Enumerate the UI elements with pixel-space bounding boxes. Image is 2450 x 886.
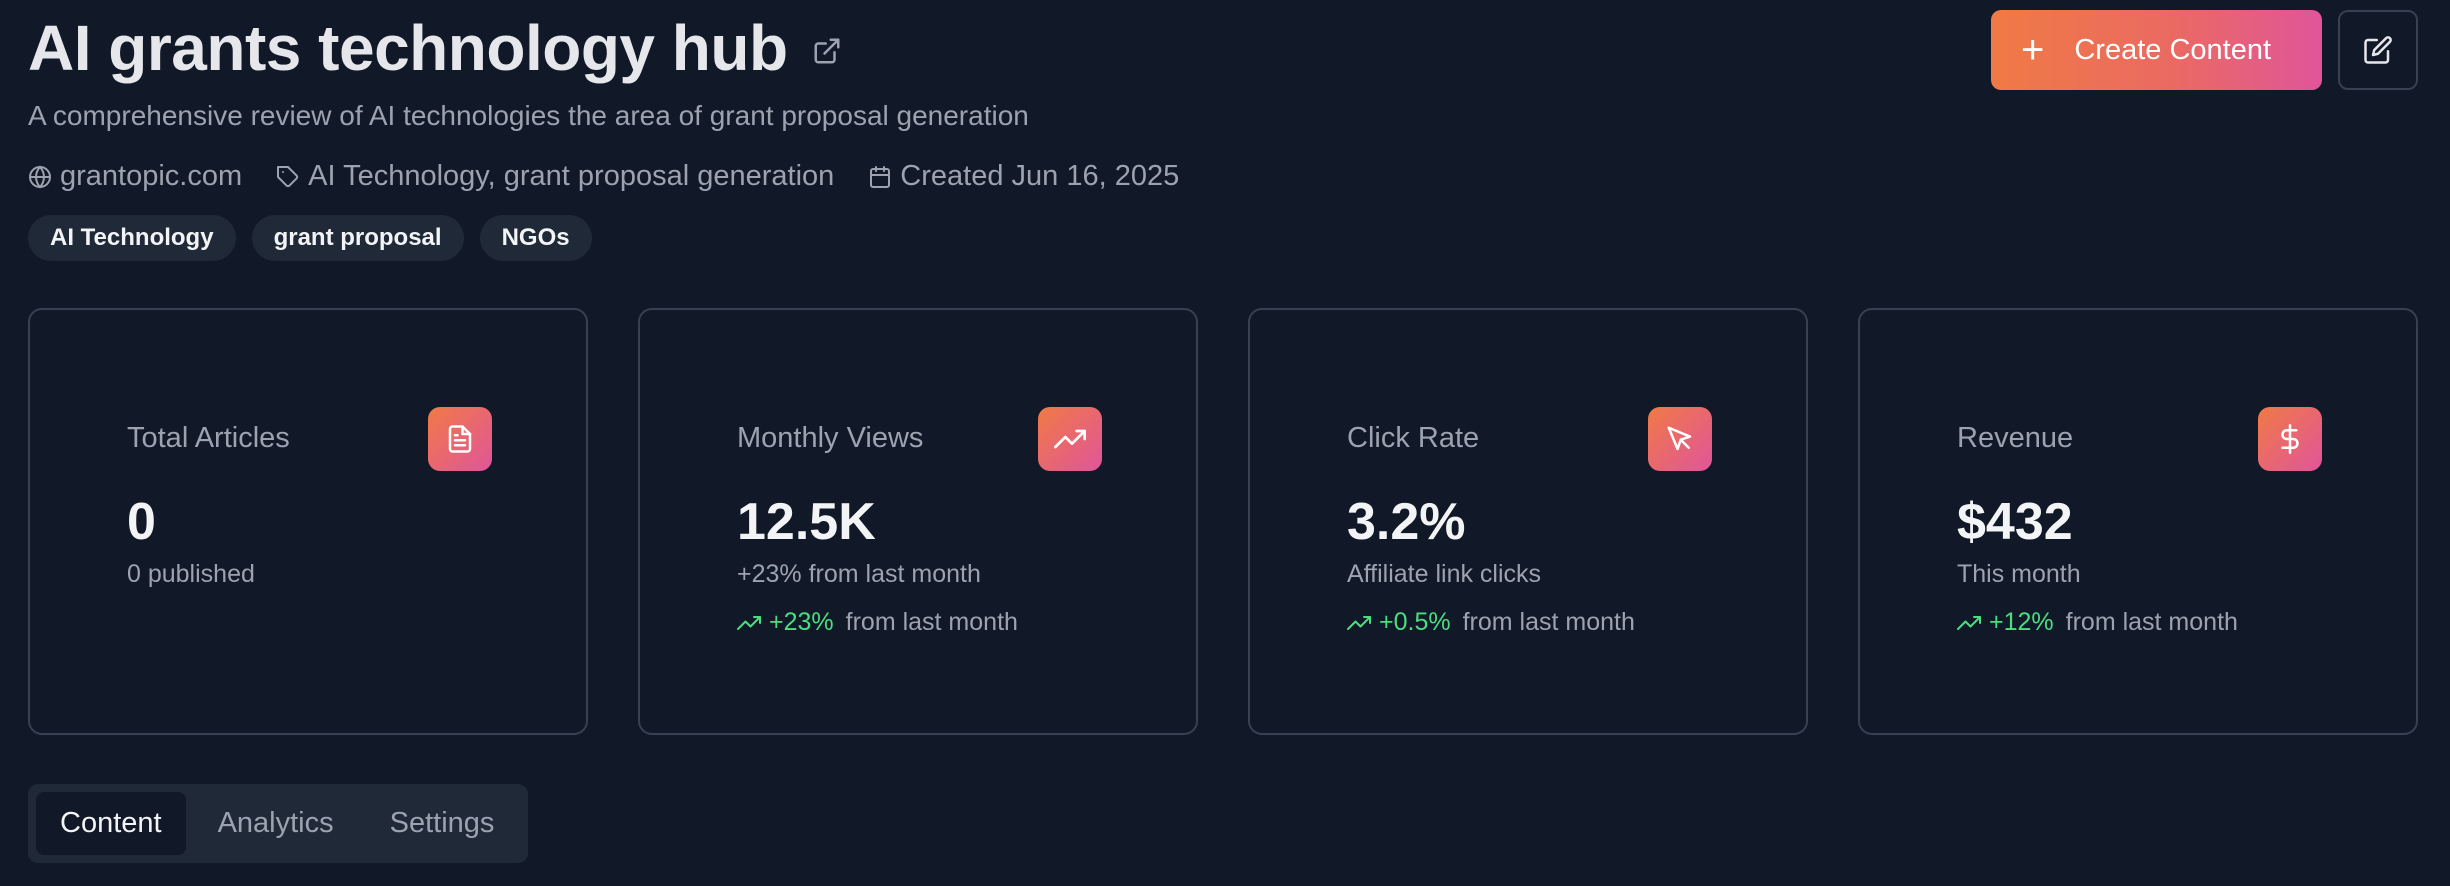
stat-card-revenue: Revenue $432 This month +12% from last m…: [1858, 308, 2418, 735]
trend-text: from last month: [2065, 608, 2238, 636]
dollar-icon: [2258, 407, 2322, 471]
trending-up-icon: [1038, 407, 1102, 471]
stat-card-monthly-views: Monthly Views 12.5K +23% from last month…: [638, 308, 1198, 735]
stat-value: $432: [1957, 493, 2073, 551]
trend-text: from last month: [1462, 608, 1635, 636]
tag-badge[interactable]: NGOs: [479, 215, 592, 261]
trend-text: from last month: [845, 608, 1018, 636]
stat-value: 0: [127, 493, 156, 551]
stat-subtext: Affiliate link clicks: [1347, 560, 1542, 588]
tag-badge[interactable]: AI Technology: [28, 215, 236, 261]
stat-trend: +0.5% from last month: [1347, 608, 1635, 637]
stat-card-click-rate: Click Rate 3.2% Affiliate link clicks +0…: [1248, 308, 1808, 735]
tag-icon: [277, 165, 299, 187]
stat-value: 12.5K: [737, 493, 876, 551]
create-content-label: Create Content: [2074, 33, 2272, 66]
domain-text: grantopic.com: [60, 160, 243, 192]
edit-button[interactable]: [2338, 10, 2418, 90]
trending-up-icon: [737, 615, 761, 630]
cursor-icon: [1648, 407, 1712, 471]
trending-up-icon: [1957, 615, 1981, 630]
trend-value: +12%: [1989, 608, 2054, 636]
meta-created: Created Jun 16, 2025: [868, 160, 1179, 193]
plus-icon: +: [2021, 28, 2045, 72]
edit-icon: [2364, 36, 2392, 64]
tag-badge[interactable]: grant proposal: [251, 215, 464, 261]
trending-up-icon: [1347, 615, 1371, 630]
document-icon: [428, 407, 492, 471]
stat-label: Revenue: [1957, 422, 2074, 454]
tab-content[interactable]: Content: [36, 792, 186, 855]
stat-trend: +12% from last month: [1957, 608, 2238, 637]
tab-bar: Content Analytics Settings: [28, 784, 528, 863]
stat-trend: +23% from last month: [737, 608, 1018, 637]
tag-list: AI Technology grant proposal NGOs: [28, 215, 592, 261]
meta-domain: grantopic.com: [28, 160, 242, 193]
site-dashboard: AI grants technology hub A comprehensive…: [0, 0, 2450, 886]
external-link-icon[interactable]: [810, 34, 844, 68]
stat-label: Total Articles: [127, 422, 290, 454]
trend-value: +0.5%: [1379, 608, 1451, 636]
globe-icon: [29, 165, 51, 188]
create-content-button[interactable]: + Create Content: [1991, 10, 2322, 90]
stat-label: Click Rate: [1347, 422, 1480, 454]
title-row: AI grants technology hub: [28, 10, 844, 86]
created-text: Created Jun 16, 2025: [900, 160, 1180, 192]
stat-label: Monthly Views: [737, 422, 924, 454]
stats-cards: Total Articles 0 0 published Monthly Vie…: [28, 308, 2418, 735]
page-title: AI grants technology hub: [28, 12, 788, 84]
stat-subtext: 0 published: [127, 560, 255, 588]
categories-text: AI Technology, grant proposal generation: [308, 160, 835, 192]
stat-subtext: +23% from last month: [737, 560, 981, 588]
stat-card-total-articles: Total Articles 0 0 published: [28, 308, 588, 735]
stat-value: 3.2%: [1347, 493, 1466, 551]
tab-settings[interactable]: Settings: [366, 792, 519, 855]
calendar-icon: [870, 165, 891, 188]
meta-categories: AI Technology, grant proposal generation: [276, 160, 834, 193]
stat-subtext: This month: [1957, 560, 2081, 588]
tab-analytics[interactable]: Analytics: [194, 792, 358, 855]
meta-row: grantopic.com AI Technology, grant propo…: [28, 160, 1179, 193]
page-subtitle: A comprehensive review of AI technologie…: [28, 100, 1029, 131]
trend-value: +23%: [769, 608, 834, 636]
